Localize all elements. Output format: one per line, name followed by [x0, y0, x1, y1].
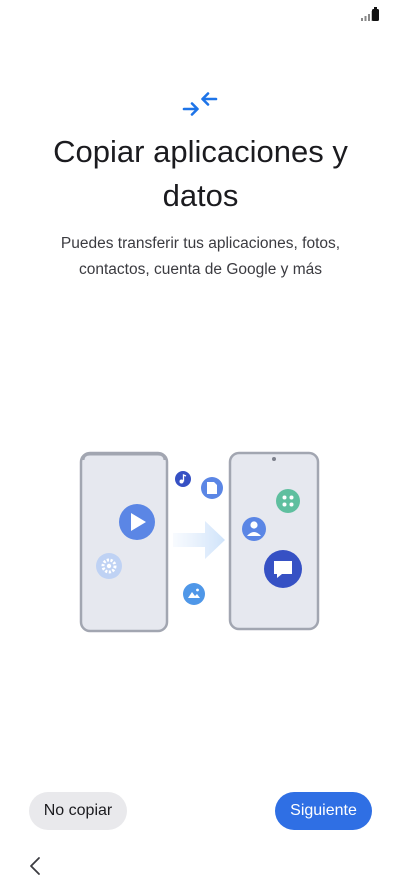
settings-icon [96, 553, 122, 579]
target-phone-graphic [228, 451, 320, 631]
transfer-arrows-icon [182, 92, 218, 116]
transfer-arrow-graphic [173, 521, 225, 559]
source-phone-graphic [79, 451, 169, 633]
page-title: Copiar aplicaciones y datos [53, 134, 348, 213]
music-icon [175, 471, 191, 487]
transfer-illustration [79, 451, 320, 633]
battery-icon [372, 7, 379, 21]
status-bar [0, 0, 401, 30]
document-icon [201, 477, 223, 499]
chat-icon [264, 550, 302, 588]
play-icon [119, 504, 155, 540]
skip-button[interactable]: No copiar [29, 792, 127, 830]
contact-icon [242, 517, 266, 541]
page-subtitle: Puedes transferir tus aplicaciones, foto… [60, 235, 341, 278]
apps-icon [276, 489, 300, 513]
image-icon [183, 583, 205, 605]
chevron-left-icon [30, 857, 40, 875]
back-button[interactable] [25, 853, 45, 879]
next-button[interactable]: Siguiente [275, 792, 372, 830]
